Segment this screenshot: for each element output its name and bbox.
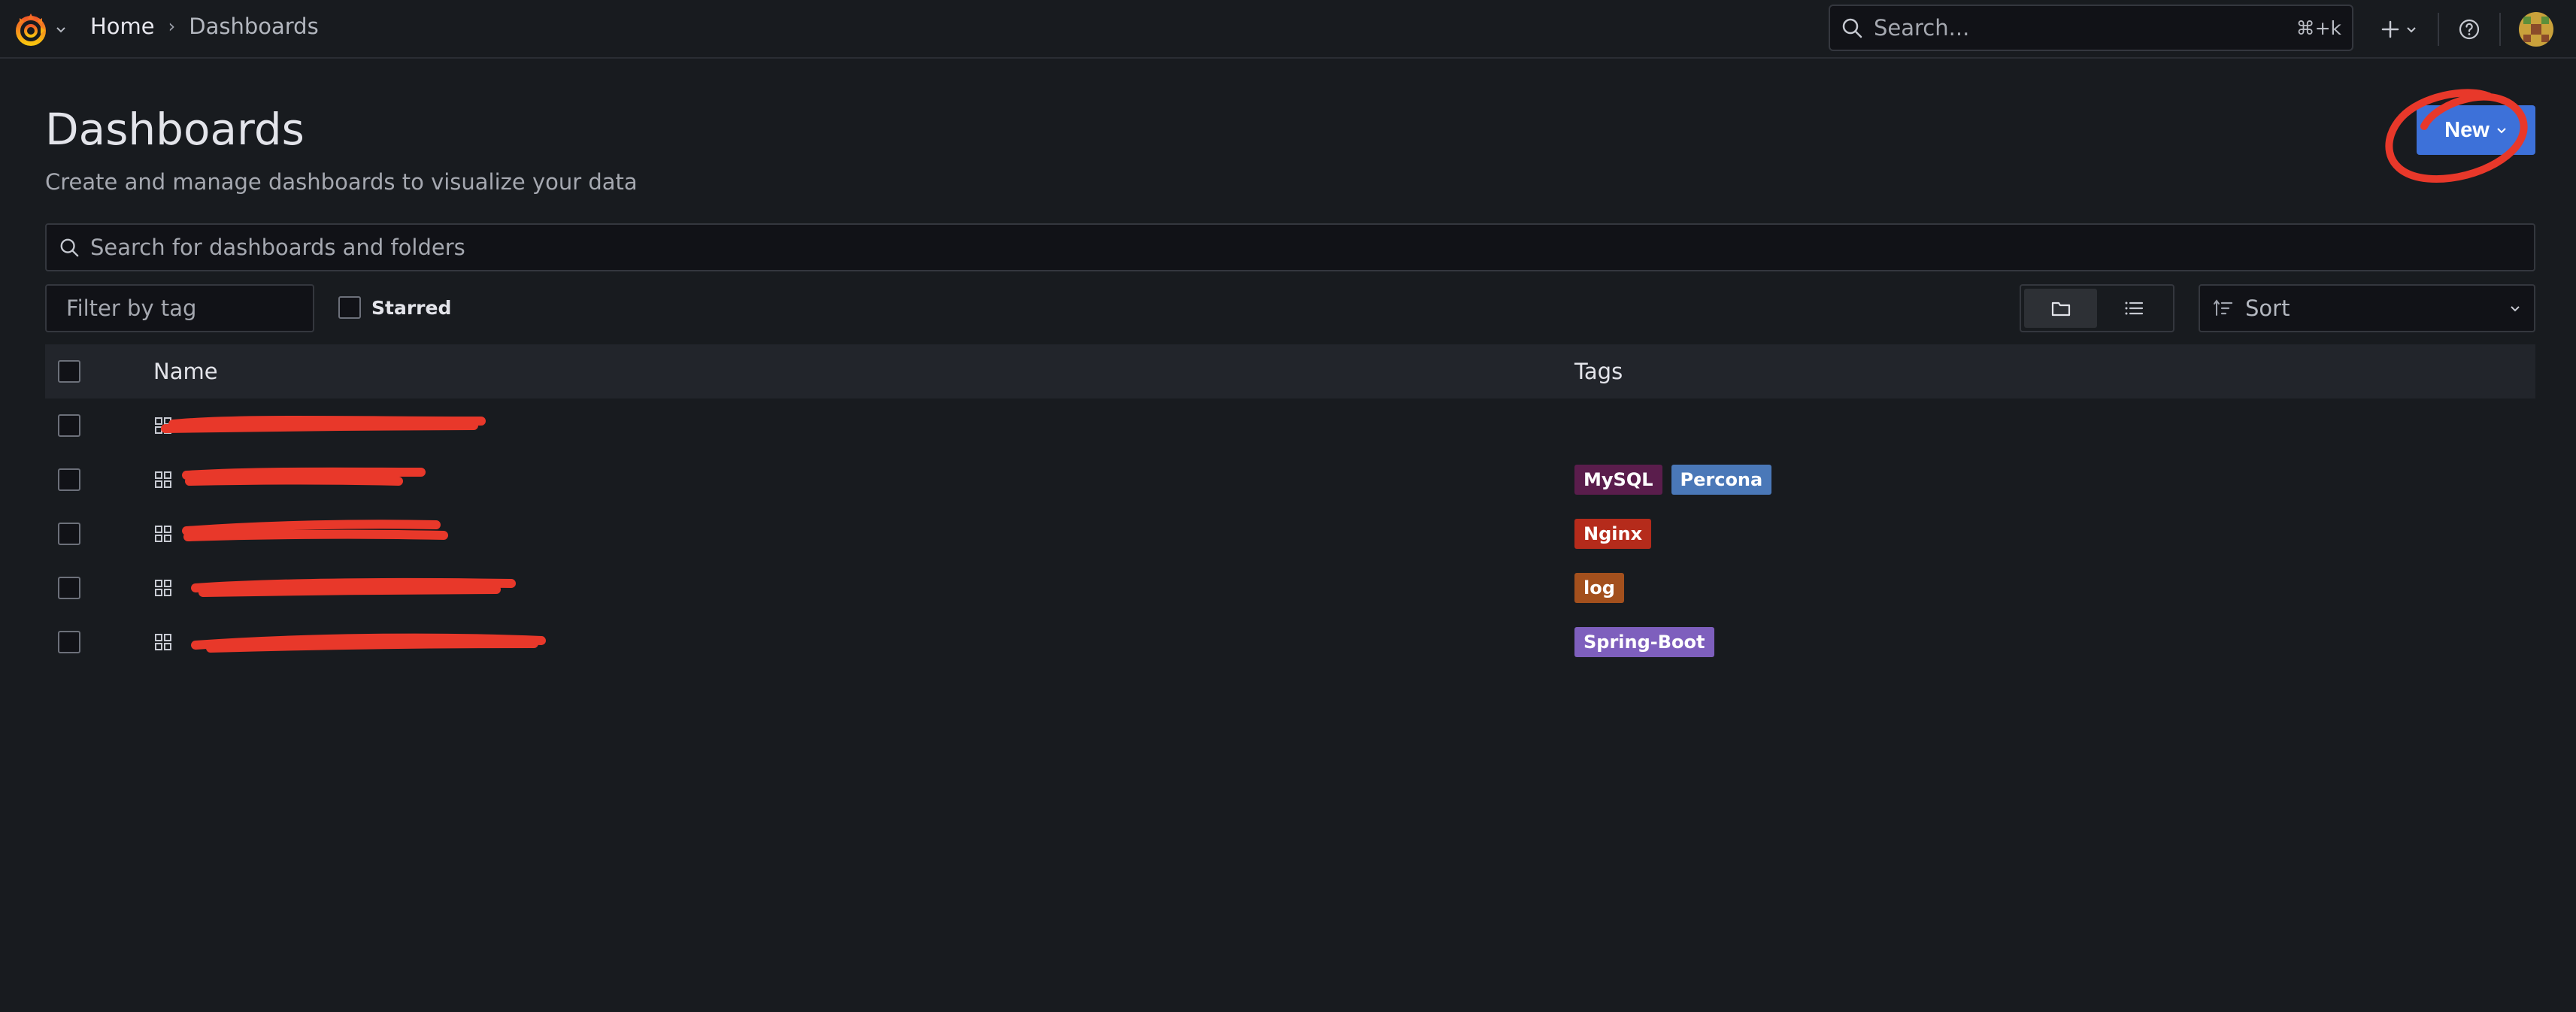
folder-icon (2051, 301, 2070, 317)
breadcrumb: Home › Dashboards (90, 14, 319, 39)
tag-badge[interactable]: MySQL (1574, 465, 1662, 495)
new-button[interactable]: New (2417, 105, 2535, 155)
chevron-down-icon (2497, 128, 2506, 134)
top-search-input[interactable] (1874, 15, 2286, 41)
tag-badge[interactable]: Percona (1671, 465, 1772, 495)
dashboard-link[interactable] (153, 470, 183, 489)
view-toggle (2020, 284, 2174, 332)
tag-filter-input[interactable] (66, 295, 342, 321)
starred-checkbox[interactable] (338, 296, 361, 319)
row-tags: Nginx (1574, 519, 1652, 549)
help-button[interactable] (2439, 11, 2499, 48)
avatar[interactable] (2519, 12, 2553, 47)
breadcrumb-separator: › (168, 16, 176, 37)
add-menu-button[interactable] (2373, 11, 2424, 48)
grafana-menu[interactable] (12, 11, 68, 48)
top-search-box[interactable]: ⌘+k (1829, 5, 2353, 51)
row-tags: log (1574, 573, 1624, 603)
dashboard-search-input[interactable] (90, 235, 2522, 260)
dashboard-grid-icon (155, 471, 171, 488)
tag-badge[interactable]: Nginx (1574, 519, 1652, 549)
sort-icon (2214, 299, 2233, 316)
table-header: Name Tags (45, 344, 2535, 398)
search-shortcut: ⌘+k (2296, 17, 2341, 39)
table-row[interactable]: MySQL Percona (45, 453, 2535, 507)
new-button-label: New (2444, 117, 2490, 142)
dashboard-link[interactable] (153, 632, 183, 652)
tag-badge[interactable]: Spring-Boot (1574, 627, 1714, 657)
search-icon (60, 238, 79, 257)
table-row[interactable]: Nginx (45, 507, 2535, 561)
column-header-tags: Tags (1574, 359, 1623, 384)
dashboard-search-box[interactable] (45, 223, 2535, 271)
starred-label: Starred (371, 296, 452, 319)
dashboard-link[interactable] (153, 416, 183, 435)
row-tags: MySQL Percona (1574, 465, 1772, 495)
page-title: Dashboards (45, 104, 305, 155)
table-row[interactable] (45, 398, 2535, 453)
column-header-name[interactable]: Name (153, 359, 218, 384)
page-subtitle: Create and manage dashboards to visualiz… (45, 169, 638, 195)
dashboards-table: Name Tags MySQL Percona Nginx log Spring-Boo… (45, 344, 2535, 669)
row-checkbox[interactable] (58, 631, 80, 653)
plus-icon (2381, 20, 2399, 38)
dashboard-grid-icon (155, 634, 171, 650)
folder-view-button[interactable] (2024, 289, 2097, 328)
chevron-down-icon (56, 27, 65, 33)
row-tags: Spring-Boot (1574, 627, 1714, 657)
help-icon (2459, 19, 2480, 40)
list-view-button[interactable] (2097, 289, 2170, 328)
tag-badge[interactable]: log (1574, 573, 1624, 603)
breadcrumb-home[interactable]: Home (90, 14, 155, 39)
dashboard-grid-icon (155, 526, 171, 542)
row-checkbox[interactable] (58, 468, 80, 491)
select-all-checkbox[interactable] (58, 360, 80, 383)
grafana-logo-icon (16, 14, 46, 46)
dashboard-link[interactable] (153, 578, 183, 598)
top-actions (2373, 11, 2553, 48)
row-checkbox[interactable] (58, 577, 80, 599)
sort-select[interactable]: Sort (2199, 284, 2535, 332)
row-checkbox[interactable] (58, 523, 80, 545)
divider (2499, 13, 2501, 46)
chevron-down-icon (2407, 27, 2416, 33)
sort-label: Sort (2245, 295, 2290, 321)
breadcrumb-current[interactable]: Dashboards (189, 14, 318, 39)
top-bar: Home › Dashboards ⌘+k (0, 0, 2576, 59)
table-row[interactable]: log (45, 561, 2535, 615)
dashboard-grid-icon (155, 417, 171, 434)
row-checkbox[interactable] (58, 414, 80, 437)
dashboard-link[interactable] (153, 524, 183, 544)
chevron-down-icon (2511, 306, 2520, 312)
table-row[interactable]: Spring-Boot (45, 615, 2535, 669)
dashboard-grid-icon (155, 580, 171, 596)
avatar-image (2519, 12, 2553, 47)
tag-filter-select[interactable] (45, 284, 342, 332)
list-icon (2125, 301, 2143, 315)
search-icon (1842, 18, 1862, 38)
starred-filter[interactable]: Starred (338, 296, 451, 319)
